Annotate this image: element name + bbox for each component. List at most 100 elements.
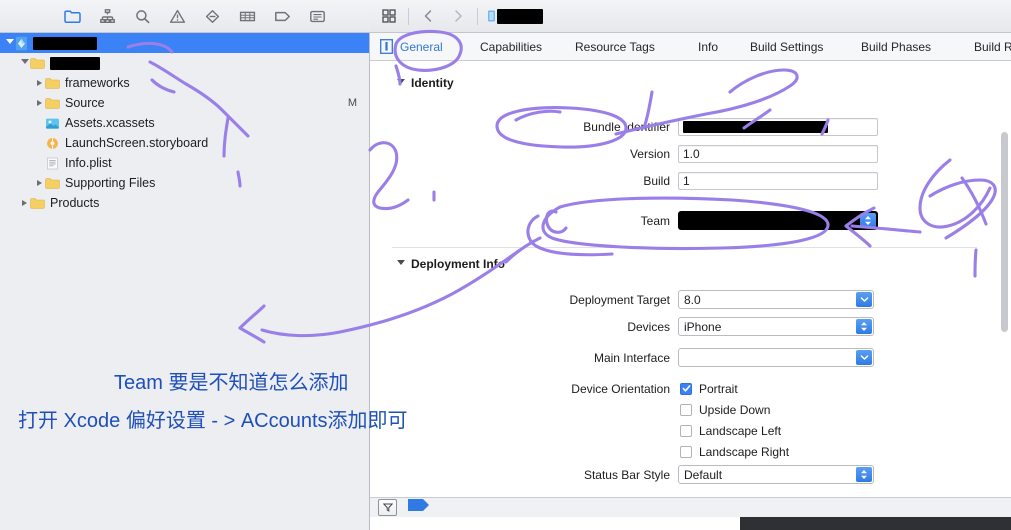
redacted-name — [33, 36, 97, 50]
tree-row-label: LaunchScreen.storyboard — [65, 136, 209, 150]
tree-row[interactable]: Products — [0, 193, 369, 213]
tab-build-phases[interactable]: Build Phases — [861, 40, 931, 54]
editor-pane: General Capabilities Resource Tags Info Buil… — [370, 0, 1011, 530]
devices-popup[interactable]: iPhone — [678, 317, 874, 336]
orientation-option[interactable]: Portrait — [680, 378, 789, 399]
tab-resource-tags[interactable]: Resource Tags — [575, 40, 655, 54]
tree-row-label: Products — [50, 196, 100, 210]
disclosure-triangle-icon[interactable] — [19, 193, 30, 213]
disclosure-triangle-icon[interactable] — [34, 173, 45, 193]
deployment-target-label: Deployment Target — [569, 292, 671, 307]
orientation-option[interactable]: Landscape Left — [680, 420, 789, 441]
deployment-target-combo[interactable]: 8.0 — [678, 290, 874, 309]
main-interface-chevron-down-icon[interactable] — [856, 350, 872, 365]
tree-row[interactable] — [0, 33, 369, 53]
field-main-interface[interactable]: Main Interface — [490, 348, 874, 367]
deployment-target-chevron-down-icon[interactable] — [856, 292, 872, 307]
field-bundle-identifier[interactable]: Bundle Identifier — [490, 118, 878, 136]
breakpoint-navigator-icon[interactable] — [272, 7, 292, 25]
redacted-name — [50, 56, 100, 70]
tab-build-r[interactable]: Build R — [974, 40, 1011, 54]
tab-build-settings[interactable]: Build Settings — [750, 40, 823, 54]
checkbox-unchecked-icon[interactable] — [680, 403, 692, 416]
bundle-identifier-label: Bundle Identifier — [583, 120, 670, 134]
device-orientation-label: Device Orientation — [571, 382, 670, 396]
tree-row-label: Info.plist — [65, 156, 112, 170]
disclosure-triangle-icon[interactable] — [34, 73, 45, 93]
source-control-navigator-icon[interactable] — [97, 7, 117, 25]
related-items-icon[interactable] — [379, 6, 399, 26]
field-status-bar-style[interactable]: Status Bar Style Default — [490, 465, 874, 484]
tree-row[interactable]: Supporting Files — [0, 173, 369, 193]
identity-section-title: Identity — [411, 76, 454, 90]
issue-navigator-icon[interactable] — [167, 7, 187, 25]
disclosure-triangle-icon[interactable] — [19, 53, 30, 73]
tree-row[interactable]: LaunchScreen.storyboard — [0, 133, 369, 153]
disclosure-triangle-icon[interactable] — [34, 93, 45, 113]
tree-row-label: Assets.xcassets — [65, 116, 155, 130]
device-orientation-checkboxes[interactable]: Portrait Upside Down Landscape Left Landsca… — [680, 378, 789, 462]
field-team[interactable]: Team — [490, 211, 878, 230]
folder-icon — [45, 77, 60, 90]
breakpoint-tag-icon[interactable] — [408, 498, 430, 517]
jump-bar-separator-1 — [408, 7, 409, 25]
identity-section-header[interactable]: Identity — [397, 76, 454, 90]
tab-capabilities[interactable]: Capabilities — [480, 40, 542, 54]
deployment-info-section-header[interactable]: Deployment Info — [397, 257, 505, 271]
chevron-right-icon[interactable] — [448, 6, 468, 26]
field-devices[interactable]: Devices iPhone — [490, 317, 874, 336]
main-interface-combo[interactable] — [678, 348, 874, 367]
version-input[interactable]: 1.0 — [678, 145, 878, 163]
build-input[interactable]: 1 — [678, 172, 878, 190]
status-bar-style-popup[interactable]: Default — [678, 465, 874, 484]
tree-row-label: Supporting Files — [65, 176, 156, 190]
tab-info[interactable]: Info — [698, 40, 718, 54]
folder-icon — [30, 57, 45, 70]
project-file-tree[interactable]: frameworks Source M Assets.xcassets LaunchSc… — [0, 33, 369, 530]
checkbox-unchecked-icon[interactable] — [680, 445, 692, 458]
project-navigator-icon[interactable] — [62, 7, 82, 25]
debug-navigator-icon[interactable] — [237, 7, 257, 25]
field-build[interactable]: Build 1 — [490, 172, 878, 190]
tree-row[interactable] — [0, 53, 369, 73]
version-value: 1.0 — [683, 147, 700, 161]
find-navigator-icon[interactable] — [132, 7, 152, 25]
field-deployment-target[interactable]: Deployment Target 8.0 — [490, 290, 874, 309]
console-strip — [740, 517, 1011, 530]
tree-row[interactable]: Assets.xcassets — [0, 113, 369, 133]
tree-row-label: frameworks — [65, 76, 130, 90]
tree-row[interactable]: Source M — [0, 93, 369, 113]
filter-icon[interactable] — [378, 499, 397, 516]
disclosure-triangle-icon[interactable] — [4, 33, 15, 53]
version-label: Version — [629, 147, 670, 161]
disclosure-triangle-icon — [397, 260, 405, 268]
status-badge: M — [347, 97, 357, 109]
tree-row[interactable]: Info.plist — [0, 153, 369, 173]
storyboard-icon — [45, 137, 60, 150]
checkbox-unchecked-icon[interactable] — [680, 424, 692, 437]
orientation-option[interactable]: Upside Down — [680, 399, 789, 420]
annotation-line-2: 打开 Xcode 偏好设置 - > ACcounts添加即可 — [18, 410, 408, 432]
team-stepper-icon[interactable] — [860, 213, 876, 228]
bundle-identifier-input[interactable] — [678, 118, 878, 136]
report-navigator-icon[interactable] — [307, 7, 327, 25]
devices-stepper-icon[interactable] — [856, 319, 872, 334]
tab-general[interactable]: General — [400, 40, 443, 54]
editor-vertical-scrollbar[interactable] — [1001, 132, 1008, 332]
folder-icon — [45, 97, 60, 110]
orientation-option[interactable]: Landscape Right — [680, 441, 789, 462]
build-value: 1 — [683, 174, 690, 188]
status-bar-style-stepper-icon[interactable] — [856, 467, 872, 482]
test-navigator-icon[interactable] — [202, 7, 222, 25]
section-divider — [392, 247, 977, 248]
orientation-label: Upside Down — [699, 402, 771, 417]
team-popup[interactable] — [678, 211, 878, 230]
chevron-left-icon[interactable] — [418, 6, 438, 26]
breadcrumb[interactable] — [487, 8, 543, 24]
orientation-label: Portrait — [699, 381, 738, 396]
checkbox-checked-icon[interactable] — [680, 382, 692, 395]
editor-bottom-bar — [370, 497, 1011, 517]
tree-row[interactable]: frameworks — [0, 73, 369, 93]
navigator-toolbar — [0, 0, 370, 33]
field-version[interactable]: Version 1.0 — [490, 145, 878, 163]
